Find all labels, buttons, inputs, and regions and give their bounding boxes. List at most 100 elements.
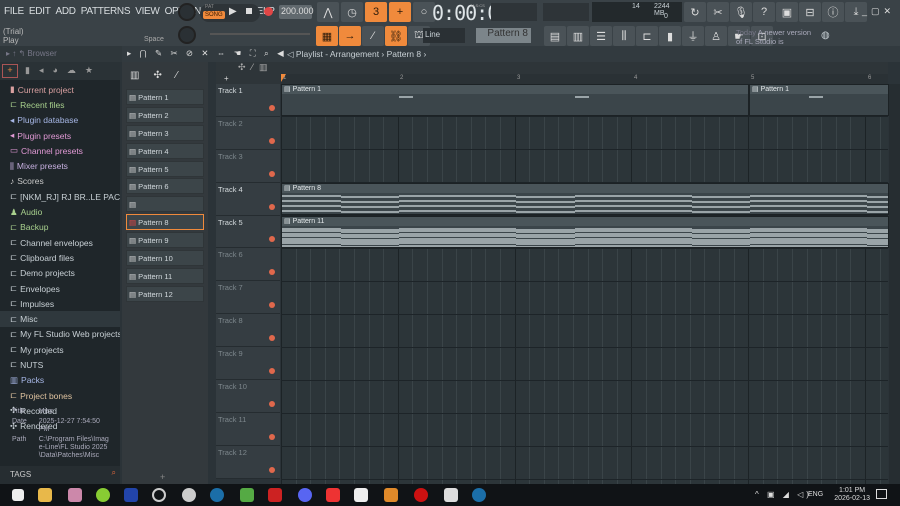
- plugin-icon[interactable]: ⏚: [682, 26, 704, 46]
- stop-icon[interactable]: [246, 8, 252, 14]
- snap-line-icon[interactable]: ⁄: [362, 26, 384, 46]
- playlist-clip[interactable]: ▤ Pattern 11: [281, 216, 890, 248]
- track-mute-button[interactable]: [269, 302, 275, 309]
- pattern-item[interactable]: ▤ Pattern 12: [126, 285, 204, 302]
- cloud-app-icon[interactable]: [96, 488, 110, 502]
- track-header[interactable]: Track 9: [216, 347, 280, 381]
- track-mute-button[interactable]: [269, 433, 275, 440]
- pattern-item[interactable]: ▤ Pattern 6: [126, 178, 204, 195]
- browser-item[interactable]: ⊏ Clipboard files: [0, 250, 120, 265]
- pattern-item[interactable]: ▤ Pattern 3: [126, 124, 204, 141]
- menu-patterns[interactable]: PATTERNS: [81, 6, 131, 17]
- render-icon[interactable]: ⊟: [799, 2, 821, 22]
- capcut-icon[interactable]: [354, 488, 368, 502]
- browser-item[interactable]: ◂ Plugin presets: [0, 128, 120, 143]
- app-icon[interactable]: [182, 488, 196, 502]
- track-header[interactable]: Track 2: [216, 116, 280, 150]
- browser-item[interactable]: ⊏ NUTS: [0, 357, 120, 372]
- browser-item[interactable]: ▭ Channel presets: [0, 143, 120, 158]
- add-track-icon[interactable]: +: [216, 74, 280, 84]
- playhead-marker[interactable]: [281, 74, 286, 82]
- metronome-icon[interactable]: ⋀: [317, 2, 339, 22]
- playlist-clip[interactable]: ▤ Pattern 8: [281, 183, 890, 215]
- tray-icons[interactable]: ^ ▣ ◢ ◁): [755, 490, 812, 499]
- fl-studio-icon[interactable]: [384, 488, 398, 502]
- track-mute-button[interactable]: [269, 203, 275, 210]
- steam-icon[interactable]: [472, 488, 486, 502]
- browser-item[interactable]: ⊏ My FL Studio Web projects: [0, 327, 120, 342]
- add-pattern-icon[interactable]: +: [160, 472, 165, 482]
- project-icon[interactable]: ▮: [659, 26, 681, 46]
- vertical-scrollbar[interactable]: [889, 84, 900, 484]
- pattern-item[interactable]: ▤ Pattern 2: [126, 106, 204, 123]
- browser-item[interactable]: ⊏ Channel envelopes: [0, 235, 120, 250]
- browser-item[interactable]: ⊏ Demo projects: [0, 266, 120, 281]
- pattern-selector[interactable]: Pattern 8: [476, 28, 531, 43]
- pattern-item[interactable]: ▤ Pattern 9: [126, 232, 204, 249]
- globe-icon[interactable]: ◍: [821, 30, 830, 41]
- record-icon[interactable]: [264, 7, 273, 16]
- mixer-icon[interactable]: ⫼: [613, 26, 635, 46]
- view-mode-icons[interactable]: ✣⁄▥: [238, 62, 274, 73]
- browser-item[interactable]: ⊏[NKM_RJ] RJ BR..LE PACK FREE: [0, 189, 120, 204]
- track-header[interactable]: Track 5: [216, 215, 280, 249]
- track-mute-button[interactable]: [269, 236, 275, 243]
- pattern-item[interactable]: ▤ Pattern 5: [126, 160, 204, 177]
- save-icon[interactable]: ▣: [776, 2, 798, 22]
- browser-item[interactable]: ⊏ Backup: [0, 220, 120, 235]
- link-icon[interactable]: ⛓: [385, 26, 407, 46]
- track-header[interactable]: Track 11: [216, 412, 280, 446]
- track-mute-button[interactable]: [269, 170, 275, 177]
- pat-mode[interactable]: PAT: [205, 4, 214, 10]
- track-mute-button[interactable]: [269, 466, 275, 473]
- track-header[interactable]: Track 8: [216, 314, 280, 348]
- search-icon[interactable]: ⌕: [112, 468, 116, 478]
- track-mute-button[interactable]: [269, 400, 275, 407]
- snap-select[interactable]: Line: [423, 28, 465, 43]
- track-mute-button[interactable]: [269, 137, 275, 144]
- browser-item[interactable]: ⊏ Misc: [0, 311, 120, 327]
- track-header[interactable]: Track 1: [216, 84, 280, 117]
- browser-item[interactable]: ◂ Plugin database: [0, 113, 120, 128]
- tags-bar[interactable]: TAGS ⌕: [0, 466, 120, 484]
- window-controls[interactable]: _▢✕: [862, 6, 895, 17]
- play-icon[interactable]: ▶: [229, 6, 237, 17]
- browser-item[interactable]: ▥ Packs: [0, 373, 120, 388]
- fl-icon[interactable]: [268, 488, 282, 502]
- browser-item[interactable]: ♪ Scores: [0, 174, 120, 189]
- browser-item[interactable]: ▮ Current project: [0, 82, 120, 97]
- mic-icon[interactable]: 🎙: [730, 2, 752, 22]
- discord-icon[interactable]: [298, 488, 312, 502]
- browser-item[interactable]: ⊏ Recent files: [0, 97, 120, 112]
- master-pitch-slider[interactable]: [210, 33, 310, 35]
- pattern-item[interactable]: ▤ Pattern 8: [126, 214, 204, 231]
- track-header[interactable]: Track 10: [216, 380, 280, 413]
- cut-icon[interactable]: ✂: [707, 2, 729, 22]
- playlist-icon[interactable]: ▤: [544, 26, 566, 46]
- browser-item[interactable]: ⊏ Project bones: [0, 388, 120, 403]
- pattern-item[interactable]: ▤ Pattern 11: [126, 267, 204, 284]
- menu-edit[interactable]: EDIT: [29, 6, 51, 17]
- playlist-grid[interactable]: ▤ Pattern 1 ▤ Pattern 1 ▤ Pattern 8 ▤ Patte…: [281, 84, 890, 484]
- browser-item[interactable]: ⊏ Impulses: [0, 296, 120, 311]
- obs-icon[interactable]: [152, 488, 166, 502]
- file-explorer-icon[interactable]: [38, 488, 52, 502]
- steam-icon[interactable]: [210, 488, 224, 502]
- browser-icon[interactable]: ⊏: [636, 26, 658, 46]
- browser-item[interactable]: ♟ Audio: [0, 204, 120, 219]
- playlist-tools-icons[interactable]: ▸ ⋂ ✎ ✂ ⊘ ✕ ⇔ ☚ ⛶ ⌕ ◀: [127, 48, 287, 59]
- windows-start-icon[interactable]: [12, 489, 24, 501]
- track-mute-button[interactable]: [269, 368, 275, 375]
- track-mute-button[interactable]: [269, 335, 275, 342]
- track-header[interactable]: Track 4: [216, 182, 280, 216]
- browser-item[interactable]: ⊏ My projects: [0, 342, 120, 357]
- menu-file[interactable]: FILE: [4, 6, 24, 17]
- notifications-icon[interactable]: [876, 489, 887, 499]
- piano-roll-icon[interactable]: ▥: [567, 26, 589, 46]
- step-edit-icon[interactable]: +: [389, 2, 411, 22]
- opera-icon[interactable]: [414, 488, 428, 502]
- playlist-clip[interactable]: ▤ Pattern 1: [749, 84, 890, 116]
- pattern-item[interactable]: ▤ Pattern 1: [126, 89, 204, 105]
- master-pitch-knob[interactable]: [178, 26, 196, 44]
- countdown-icon[interactable]: 3: [365, 2, 387, 22]
